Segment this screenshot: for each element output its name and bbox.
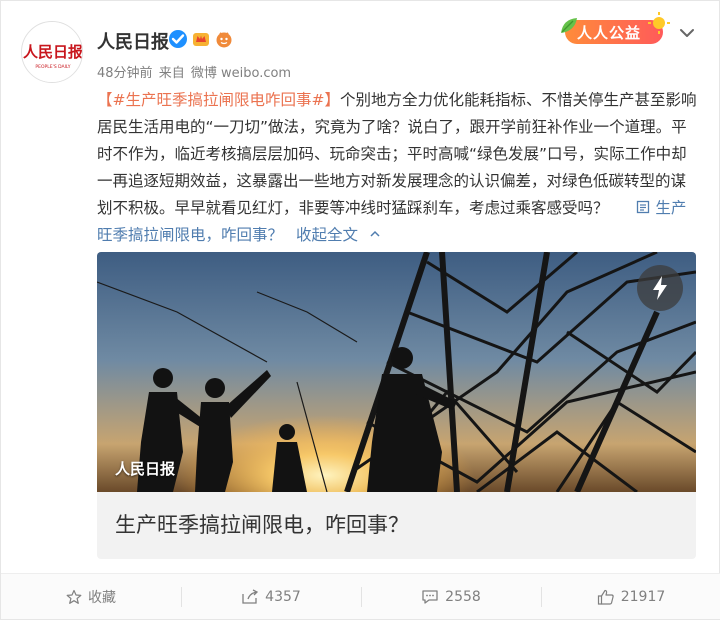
chevron-down-icon[interactable] xyxy=(677,23,697,43)
verified-icon[interactable] xyxy=(168,29,188,49)
like-button[interactable]: 21917 xyxy=(541,574,720,619)
comment-icon xyxy=(422,589,438,604)
post-text: 【#生产旺季搞拉闸限电咋回事#】个别地方全力优化能耗指标、不惜关停生产甚至影响居… xyxy=(97,87,701,249)
like-count: 21917 xyxy=(620,588,666,605)
repost-count: 4357 xyxy=(265,588,301,605)
avatar-logo-text: 人民日报 xyxy=(23,43,83,61)
star-icon xyxy=(66,589,82,604)
collapse-link[interactable]: 收起全文 xyxy=(296,226,381,244)
repost-button[interactable]: 4357 xyxy=(181,574,361,619)
article-photo[interactable]: 人民日报 xyxy=(97,252,696,492)
post-source-link[interactable]: 微博 weibo.com xyxy=(191,66,291,81)
comment-count: 2558 xyxy=(445,588,481,605)
weibo-card: 人民日报 PEOPLE'S DAILY 人民日报 48分钟前 来自 微博 wei… xyxy=(0,0,720,620)
chevron-up-icon xyxy=(370,230,380,237)
collapse-label: 收起全文 xyxy=(295,226,358,244)
avatar-logo-sub: PEOPLE'S DAILY xyxy=(35,64,70,70)
favorite-label: 收藏 xyxy=(88,589,116,606)
sun-icon xyxy=(648,12,670,34)
comment-button[interactable]: 2558 xyxy=(361,574,541,619)
article-headline[interactable]: 生产旺季搞拉闸限电，咋回事？ xyxy=(115,509,409,539)
avatar[interactable]: 人民日报 PEOPLE'S DAILY xyxy=(21,21,83,83)
post-from-label: 来自 xyxy=(158,66,185,81)
flash-icon xyxy=(653,276,667,300)
article-link-icon xyxy=(637,200,650,214)
hashtag-link[interactable]: 【#生产旺季搞拉闸限电咋回事#】 xyxy=(97,91,340,109)
photo-watermark: 人民日报 xyxy=(115,460,176,478)
charity-label: 人人公益 xyxy=(577,24,642,42)
repost-icon xyxy=(242,588,259,604)
action-bar: 收藏 4357 2558 21917 xyxy=(1,573,720,619)
post-body: 个别地方全力优化能耗指标、不惜关停生产甚至影响居民生活用电的“一刀切”做法，究竟… xyxy=(97,91,697,217)
user-name[interactable]: 人民日报 xyxy=(97,28,169,54)
charity-badge[interactable]: 人人公益 xyxy=(557,11,671,45)
user-badges xyxy=(168,29,234,49)
favorite-button[interactable]: 收藏 xyxy=(1,574,181,619)
member-crown-icon[interactable] xyxy=(191,29,211,49)
fan-badge-icon[interactable] xyxy=(214,29,234,49)
article-card[interactable]: 人民日报 生产旺季搞拉闸限电，咋回事？ xyxy=(97,252,696,559)
thumbs-up-icon xyxy=(597,589,614,605)
post-meta: 48分钟前 来自 微博 weibo.com xyxy=(97,62,293,81)
flash-button[interactable] xyxy=(637,265,683,311)
post-time[interactable]: 48分钟前 xyxy=(97,66,153,81)
